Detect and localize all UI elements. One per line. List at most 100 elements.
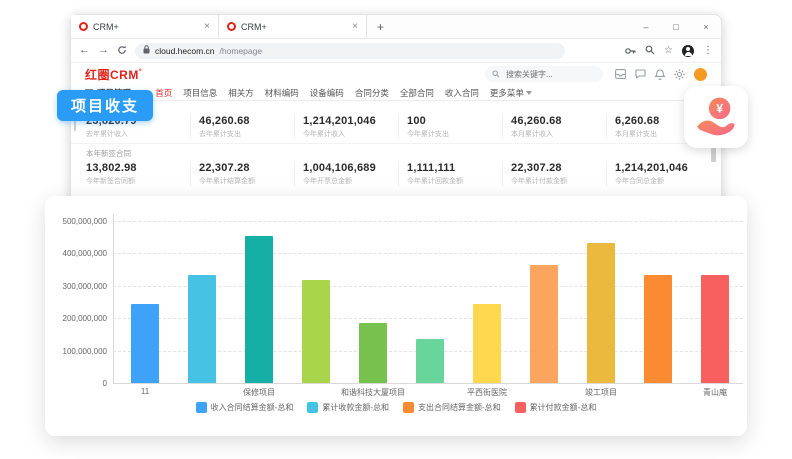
- bar-和谐科技大厦项目[interactable]: [416, 339, 444, 383]
- url-domain: cloud.hecom.cn: [155, 46, 215, 56]
- stat-item: 1,111,111 今年累计回款金额: [398, 162, 502, 186]
- legend-label: 收入合同结算金额-总和: [211, 402, 294, 413]
- back-icon[interactable]: ←: [79, 45, 90, 56]
- tab-title: CRM+: [93, 22, 199, 32]
- svg-text:¥: ¥: [716, 102, 723, 116]
- section-title: 本年新签合同: [86, 148, 131, 159]
- new-tab-button[interactable]: +: [367, 15, 394, 38]
- stat-item: 100 今年累计支出: [398, 115, 502, 139]
- y-axis-tick-label: 200,000,000: [49, 314, 107, 323]
- stat-value: 22,307.28: [199, 162, 294, 174]
- window-controls: – □ ×: [631, 15, 721, 38]
- stat-item: 1,004,106,689 今年开票总金额: [294, 162, 398, 186]
- nav-item[interactable]: 相关方: [228, 87, 254, 99]
- close-button[interactable]: ×: [691, 22, 721, 32]
- stat-label: 去年累计收入: [86, 129, 190, 139]
- stat-item: 1,214,201,046 今年累计收入: [294, 115, 398, 139]
- legend-label: 支出合同结算金额-总和: [418, 402, 501, 413]
- nav-items: 首页项目信息相关方材料编码设备编码合同分类全部合同收入合同更多菜单: [155, 87, 532, 99]
- nav-item[interactable]: 全部合同: [400, 87, 434, 99]
- x-axis-category-label: 平西街医院: [467, 387, 507, 398]
- tab-close-icon[interactable]: ×: [204, 21, 210, 32]
- crm-nav-bar: 项目管理 | 首页项目信息相关方材料编码设备编码合同分类全部合同收入合同更多菜单: [71, 85, 721, 101]
- chart-legend: 收入合同结算金额-总和 累计收款金额-总和 支出合同结算金额-总和 累计付款金额-总和: [45, 402, 747, 413]
- stat-value: 1,214,201,046: [303, 115, 398, 127]
- bar-竣工项目[interactable]: [644, 275, 672, 383]
- project-income-expense-badge: 项目收支: [57, 90, 153, 121]
- stat-value: 46,260.68: [511, 115, 606, 127]
- stat-item: 22,307.28 今年累计付款金额: [502, 162, 606, 186]
- x-axis-category-label: 和谐科技大厦项目: [341, 387, 405, 398]
- legend-item[interactable]: 收入合同结算金额-总和: [196, 402, 294, 413]
- nav-item[interactable]: 项目信息: [183, 87, 217, 99]
- legend-swatch-icon: [196, 402, 207, 413]
- crm-search-box[interactable]: [485, 66, 603, 82]
- gridline: [113, 221, 743, 222]
- tab-close-icon[interactable]: ×: [352, 21, 358, 32]
- bar-竣工项目[interactable]: [587, 243, 615, 383]
- legend-swatch-icon: [307, 402, 318, 413]
- bar-保修项目[interactable]: [245, 236, 273, 383]
- stat-value: 1,004,106,689: [303, 162, 398, 174]
- browser-profile-avatar[interactable]: [682, 45, 694, 57]
- bar-平西街医院[interactable]: [473, 304, 501, 383]
- nav-item[interactable]: 材料编码: [265, 87, 299, 99]
- inbox-icon[interactable]: [615, 69, 626, 79]
- stat-value: 1,111,111: [407, 162, 502, 174]
- legend-item[interactable]: 累计付款金额-总和: [515, 402, 597, 413]
- gear-icon[interactable]: [674, 69, 685, 80]
- message-icon[interactable]: [635, 69, 646, 79]
- bar-11[interactable]: [131, 304, 159, 383]
- bar-11[interactable]: [188, 275, 216, 383]
- x-axis-category-label: 青山庵: [703, 387, 727, 398]
- bar-平西街医院[interactable]: [530, 265, 558, 383]
- stat-label: 今年累计回款金额: [407, 176, 502, 186]
- forward-icon[interactable]: →: [98, 45, 109, 56]
- tab-strip: CRM+ × CRM+ × + – □ ×: [71, 15, 721, 39]
- y-axis-line: [113, 214, 114, 383]
- tab-strip-tabs: CRM+ × CRM+ ×: [71, 15, 367, 38]
- bar-和谐科技大厦项目[interactable]: [359, 323, 387, 383]
- browser-window: CRM+ × CRM+ × + – □ × ← → cloud.hecom.: [70, 14, 722, 204]
- stat-label: 今年累计收入: [303, 129, 398, 139]
- menu-kebab-icon[interactable]: ⋮: [703, 45, 713, 56]
- stat-value: 22,307.28: [511, 162, 606, 174]
- x-axis-line: [113, 383, 743, 384]
- legend-swatch-icon: [403, 402, 414, 413]
- favicon-red-ring-icon: [227, 22, 236, 31]
- stat-label: 今年累计结算金额: [199, 176, 294, 186]
- key-icon[interactable]: [625, 42, 636, 60]
- y-axis-tick-label: 0: [49, 379, 107, 388]
- stat-item: 13,802.98 今年新签合同额: [86, 162, 190, 186]
- browser-toolbar-icons: ☆ ⋮: [625, 42, 713, 60]
- search-icon[interactable]: [645, 42, 655, 60]
- legend-swatch-icon: [515, 402, 526, 413]
- nav-item[interactable]: 设备编码: [310, 87, 344, 99]
- legend-item[interactable]: 支出合同结算金额-总和: [403, 402, 501, 413]
- bookmark-star-icon[interactable]: ☆: [664, 45, 673, 56]
- bell-icon[interactable]: [655, 69, 665, 80]
- stat-label: 今年累计付款金额: [511, 176, 606, 186]
- user-avatar[interactable]: [694, 68, 707, 81]
- stat-value: 46,260.68: [199, 115, 294, 127]
- nav-item[interactable]: 首页: [155, 87, 172, 99]
- legend-item[interactable]: 累计收款金额-总和: [307, 402, 389, 413]
- nav-item[interactable]: 收入合同: [445, 87, 479, 99]
- reload-icon[interactable]: [117, 42, 127, 60]
- maximize-button[interactable]: □: [661, 22, 691, 32]
- stat-item: 46,260.68 本月累计收入: [502, 115, 606, 139]
- nav-item[interactable]: 更多菜单: [490, 87, 532, 99]
- bar-青山庵[interactable]: [701, 275, 729, 383]
- browser-tab[interactable]: CRM+ ×: [71, 15, 219, 38]
- address-field[interactable]: cloud.hecom.cn/homepage: [135, 43, 565, 59]
- stats-row-1: 23,820.79 去年累计收入 46,260.68 去年累计支出 1,214,…: [86, 115, 710, 139]
- crm-logo: 红圈CRM°: [85, 66, 142, 83]
- search-input[interactable]: [504, 69, 594, 80]
- browser-tab[interactable]: CRM+ ×: [219, 15, 367, 38]
- x-axis-category-label: 保修项目: [243, 387, 275, 398]
- stat-label: 今年新签合同额: [86, 176, 190, 186]
- screenshot-stage: CRM+ × CRM+ × + – □ × ← → cloud.hecom.: [0, 0, 792, 459]
- bar-保修项目[interactable]: [302, 280, 330, 383]
- nav-item[interactable]: 合同分类: [355, 87, 389, 99]
- minimize-button[interactable]: –: [631, 22, 661, 32]
